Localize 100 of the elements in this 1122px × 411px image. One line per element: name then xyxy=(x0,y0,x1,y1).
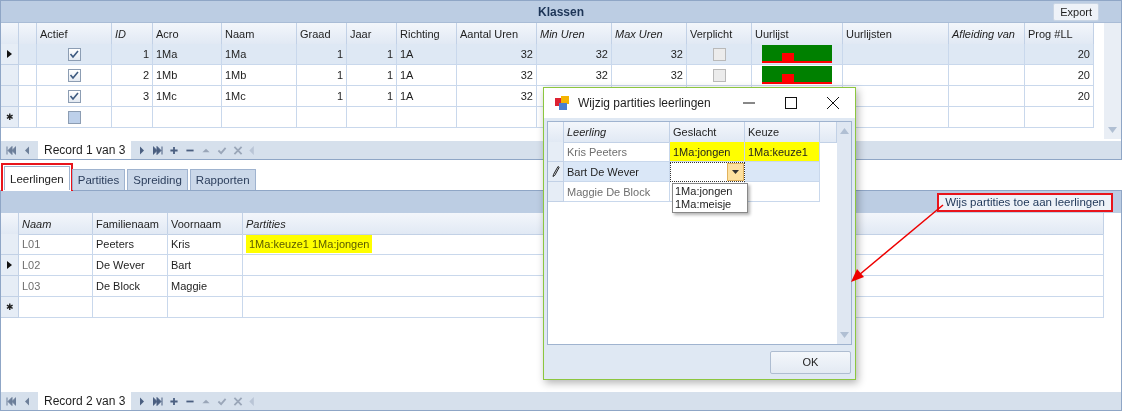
dropdown-option[interactable]: 1Ma:jongen xyxy=(675,185,745,198)
table-cell: 1 xyxy=(347,86,397,107)
table-cell: 1Ma xyxy=(222,44,297,65)
checkbox[interactable] xyxy=(712,47,726,61)
table-cell: 1Ma xyxy=(153,44,222,65)
column-header[interactable]: Uurlijsten xyxy=(843,23,949,45)
scroll-down-icon[interactable] xyxy=(1108,127,1117,133)
table-cell: Maggie xyxy=(168,276,243,297)
table-cell: 1A xyxy=(397,86,457,107)
checkbox[interactable] xyxy=(67,89,81,103)
highlighted-text: 1Ma:keuze1 1Ma:jongen xyxy=(246,235,373,253)
column-header[interactable]: Jaar xyxy=(347,23,397,45)
last-record-icon[interactable] xyxy=(153,396,164,406)
column-header[interactable]: Leerling xyxy=(564,122,670,143)
table-cell: 32 xyxy=(457,44,537,65)
add-icon[interactable] xyxy=(169,396,180,406)
assign-partitions-button[interactable]: Wijs partities toe aan leerlingen xyxy=(937,192,1113,212)
add-icon[interactable] xyxy=(169,145,180,155)
column-header[interactable]: Afleiding van xyxy=(949,23,1025,45)
table-cell: 2 xyxy=(112,65,153,86)
checkmark-icon[interactable] xyxy=(217,145,228,155)
column-header[interactable]: Naam xyxy=(222,23,297,45)
checkbox[interactable] xyxy=(67,110,81,124)
first-record-icon[interactable] xyxy=(6,396,16,406)
previous-record-icon[interactable] xyxy=(22,145,32,155)
scrollbar[interactable] xyxy=(1104,23,1121,139)
column-header xyxy=(820,122,837,143)
checkbox[interactable] xyxy=(712,68,726,82)
table-cell: L01 xyxy=(19,234,93,255)
table-cell: De Block xyxy=(93,276,168,297)
row-header[interactable]: ✱ xyxy=(1,297,19,318)
table-cell: 32 xyxy=(457,65,537,86)
table-cell: 1Ma:keuze1 xyxy=(745,142,820,162)
table-cell: 1 xyxy=(347,44,397,65)
table-cell: 1Mc xyxy=(153,86,222,107)
row-header[interactable] xyxy=(1,44,19,65)
table-cell: 32 xyxy=(612,44,687,65)
table-cell: 1 xyxy=(297,86,347,107)
ok-button[interactable]: OK xyxy=(770,350,851,374)
table-cell: 1Mb xyxy=(153,65,222,86)
column-header[interactable]: Max Uren xyxy=(612,23,687,45)
table-cell: Peeters xyxy=(93,234,168,255)
column-header[interactable]: Aantal Uren xyxy=(457,23,537,45)
table-cell: L03 xyxy=(19,276,93,297)
column-header[interactable]: Prog #LL xyxy=(1025,23,1094,45)
row-header[interactable]: ✱ xyxy=(1,107,19,128)
tab[interactable]: Leerlingen xyxy=(4,166,70,190)
pencil-icon xyxy=(551,166,560,177)
checkbox[interactable] xyxy=(67,47,81,61)
table-cell: 1Mc xyxy=(222,86,297,107)
table-cell: 1 xyxy=(347,65,397,86)
tab[interactable]: Partities xyxy=(71,169,126,190)
table-cell: 32 xyxy=(612,65,687,86)
record-counter: Record 2 van 3 xyxy=(38,392,132,410)
last-record-icon[interactable] xyxy=(153,145,164,155)
column-header[interactable]: Keuze xyxy=(745,122,820,143)
checkmark-icon[interactable] xyxy=(217,396,228,406)
record-counter: Record 1 van 3 xyxy=(38,141,132,159)
panel-title: Klassen xyxy=(538,4,584,19)
column-header[interactable]: Graad xyxy=(297,23,347,45)
tab[interactable]: Rapporten xyxy=(189,169,256,190)
dropdown-arrow-icon xyxy=(732,170,739,174)
table-cell: Bart De Wever xyxy=(564,162,670,182)
column-header[interactable]: Familienaam xyxy=(93,213,168,235)
export-button[interactable]: Export xyxy=(1053,3,1099,21)
column-header[interactable]: Geslacht xyxy=(670,122,745,143)
column-header[interactable]: Voornaam xyxy=(168,213,243,235)
first-record-icon[interactable] xyxy=(6,145,16,155)
tab[interactable]: Spreiding xyxy=(127,169,188,190)
table-cell: 32 xyxy=(457,86,537,107)
column-header[interactable]: Uurlijst xyxy=(752,23,843,45)
dropdown-button[interactable] xyxy=(727,163,744,181)
column-header[interactable]: Min Uren xyxy=(537,23,612,45)
column-header[interactable]: Actief xyxy=(37,23,112,45)
dropdown-field[interactable] xyxy=(670,162,745,182)
table-cell: 32 xyxy=(537,44,612,65)
column-header[interactable]: Naam xyxy=(19,213,93,235)
row-header[interactable] xyxy=(1,255,19,276)
previous-record-icon[interactable] xyxy=(22,396,32,406)
table-cell: 32 xyxy=(537,65,612,86)
column-header[interactable]: Verplicht xyxy=(687,23,752,45)
table-cell: Maggie De Block xyxy=(564,182,670,202)
column-header[interactable]: Acro xyxy=(153,23,222,45)
checkbox[interactable] xyxy=(67,68,81,82)
close-icon[interactable] xyxy=(827,97,839,109)
table-cell: Kris xyxy=(168,234,243,255)
table-cell: 20 xyxy=(1025,44,1094,65)
table-cell: 3 xyxy=(112,86,153,107)
table-cell: L02 xyxy=(19,255,93,276)
column-header[interactable]: Richting xyxy=(397,23,457,45)
dropdown-option[interactable]: 1Ma:meisje xyxy=(675,198,745,211)
maximize-icon[interactable] xyxy=(785,97,797,109)
table-cell: 1 xyxy=(297,65,347,86)
row-header[interactable] xyxy=(548,162,564,182)
current-row-icon xyxy=(7,261,12,269)
table-cell: 1A xyxy=(397,65,457,86)
column-header[interactable]: ID xyxy=(112,23,153,45)
table-cell: Bart xyxy=(168,255,243,276)
column-header xyxy=(548,122,564,143)
table-cell: 1 xyxy=(297,44,347,65)
